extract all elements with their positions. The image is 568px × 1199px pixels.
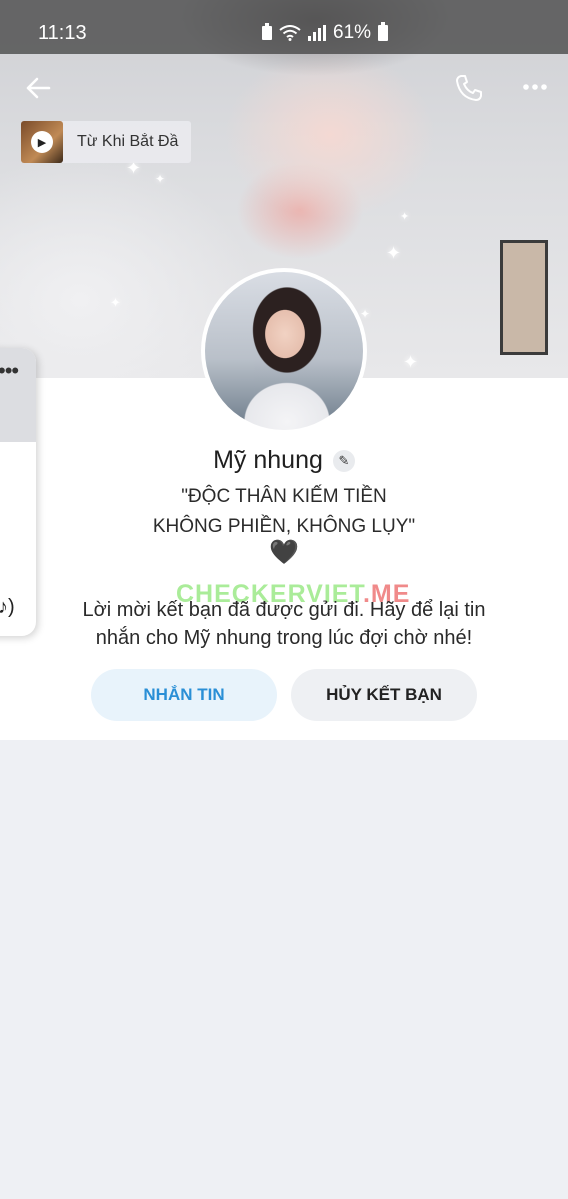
name-row: Mỹ nhung ✎ — [0, 446, 568, 475]
battery-percent: 61% — [333, 22, 372, 43]
notice-line: Lời mời kết bạn đã được gửi đi. Hãy để l… — [82, 599, 486, 621]
music-thumbnail: ▶ — [21, 121, 63, 163]
phone-icon[interactable] — [454, 73, 484, 103]
more-dots-icon[interactable] — [522, 82, 548, 92]
black-heart-icon: 🖤 — [269, 539, 299, 566]
friend-request-notice: Lời mời kết bạn đã được gửi đi. Hãy để l… — [0, 596, 568, 652]
cover-photo-frame — [500, 240, 548, 355]
play-icon[interactable]: ▶ — [31, 131, 53, 153]
sparkle-icon: ✦ — [360, 307, 371, 321]
message-button[interactable]: NHẮN TIN — [91, 669, 277, 721]
cancel-friend-request-button[interactable]: HỦY KẾT BẠN — [291, 669, 477, 721]
profile-music-chip[interactable]: ▶ Từ Khi Bắt Đầ — [21, 121, 191, 163]
sparkle-icon: ✦ — [400, 211, 410, 223]
battery-saver-icon — [262, 23, 272, 40]
music-title: Từ Khi Bắt Đầ — [77, 133, 179, 150]
sparkle-icon: ✦ — [155, 172, 166, 186]
profile-name: Mỹ nhung — [213, 446, 323, 474]
more-dots-icon[interactable]: ••• — [0, 358, 19, 384]
profile-bio: "ĐỘC THÂN KIẾM TIỀN KHÔNG PHIỀN, KHÔNG L… — [0, 482, 568, 542]
wifi-icon — [279, 25, 301, 41]
signal-icon — [308, 25, 326, 41]
back-arrow-icon[interactable] — [24, 74, 52, 102]
sparkle-icon: ✦ — [110, 295, 121, 310]
avatar[interactable] — [205, 272, 363, 430]
pencil-icon[interactable]: ✎ — [332, 449, 355, 472]
battery-icon — [378, 22, 389, 41]
status-icons: 61% — [262, 22, 389, 44]
sparkle-icon: ✦ — [386, 243, 402, 263]
notice-line: nhắn cho Mỹ nhung trong lúc đợi chờ nhé! — [95, 627, 473, 649]
bio-line: "ĐỘC THÂN KIẾM TIỀN — [181, 486, 387, 507]
sparkle-icon: ✦ — [403, 352, 419, 372]
status-bar: 11:13 61% — [0, 0, 568, 54]
avatar-ring[interactable] — [201, 268, 367, 434]
status-time: 11:13 — [38, 22, 87, 44]
